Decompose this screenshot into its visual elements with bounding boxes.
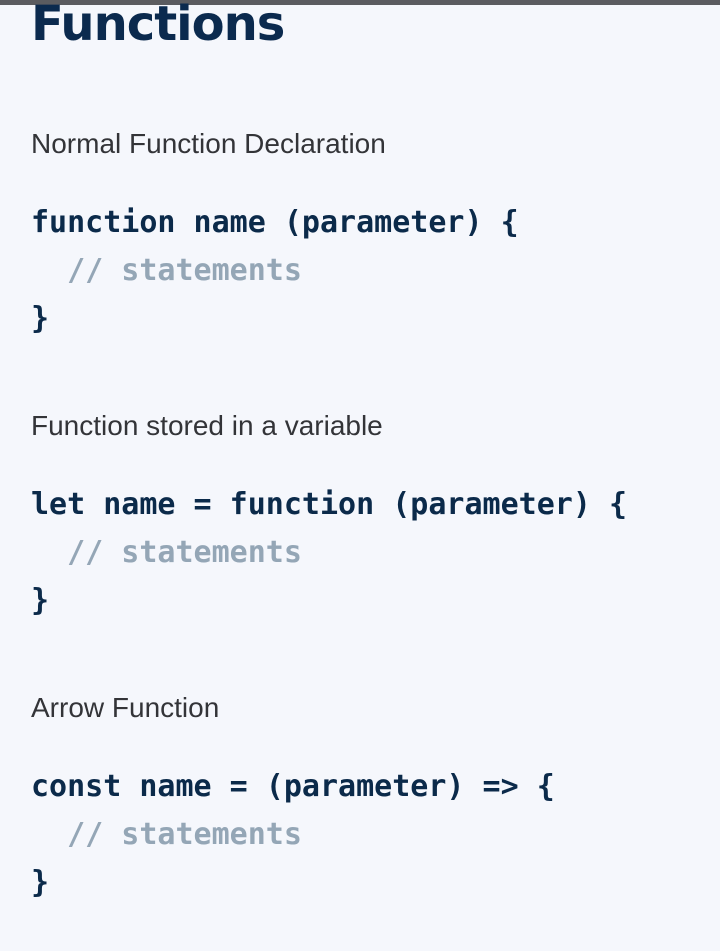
section-heading-arrow: Arrow Function (31, 692, 220, 723)
code-block-arrow: const name = (parameter) => { // stateme… (31, 763, 555, 907)
page-title: Functions (31, 0, 285, 52)
section-heading-variable: Function stored in a variable (31, 410, 383, 441)
code-comment: // statements (31, 817, 302, 852)
code-line: } (31, 301, 50, 336)
section-heading-normal: Normal Function Declaration (31, 128, 386, 159)
code-comment: // statements (31, 535, 302, 570)
code-line: } (31, 865, 50, 900)
code-block-normal: function name (parameter) { // statement… (31, 199, 519, 343)
code-block-variable: let name = function (parameter) { // sta… (31, 481, 627, 625)
code-line: let name = function (parameter) { (31, 487, 628, 522)
code-line: const name = (parameter) => { (31, 769, 555, 804)
code-line: function name (parameter) { (31, 205, 519, 240)
code-line: } (31, 583, 50, 618)
code-comment: // statements (31, 253, 302, 288)
